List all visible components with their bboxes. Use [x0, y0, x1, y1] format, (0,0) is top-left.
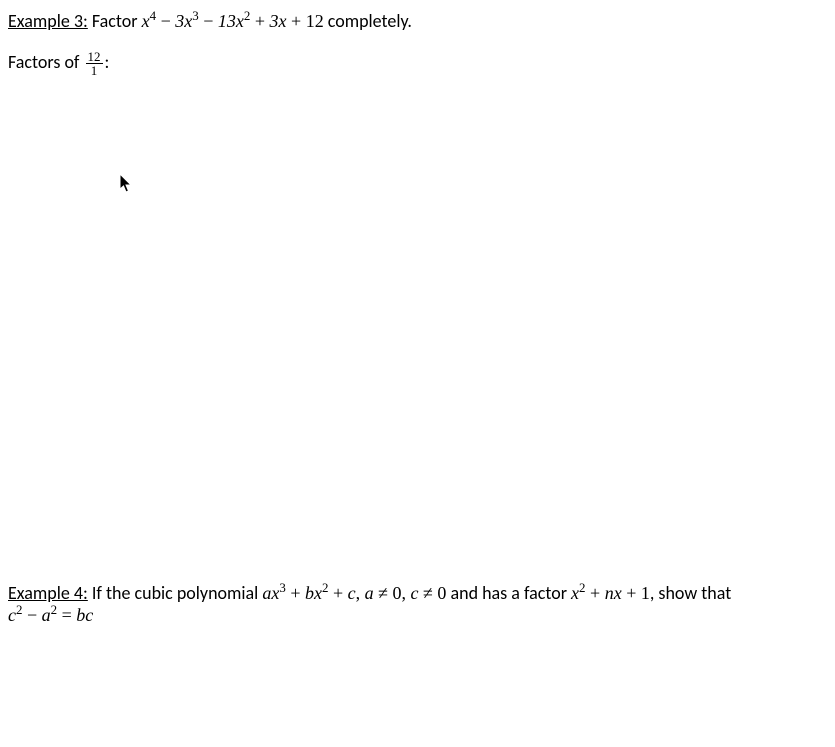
factor-x: x — [571, 583, 579, 603]
term5: 12 — [306, 11, 324, 31]
example-4-heading: Example 4: — [8, 582, 88, 604]
poly-c: c — [348, 583, 356, 603]
example-3-heading: Example 3: — [8, 10, 88, 32]
example-4-prefix: If the cubic polynomial — [88, 582, 263, 604]
factors-line: Factors of 121: — [8, 50, 827, 77]
op3: + — [250, 11, 269, 31]
example-4-mid: and has a factor — [446, 582, 571, 604]
fraction-denominator: 1 — [86, 64, 103, 77]
example-4-line2: c2 − a2 = bc — [8, 604, 827, 626]
cursor-icon — [120, 174, 134, 194]
fraction-12-over-1: 121 — [86, 50, 103, 77]
example-3-suffix: completely. — [324, 10, 412, 32]
term1-base: x — [142, 11, 150, 31]
eq-sign: = — [57, 605, 76, 625]
example-3-polynomial: x4 − 3x3 − 13x2 + 3x + 12 — [142, 11, 324, 31]
factors-prefix: Factors of — [8, 51, 84, 73]
factor-nx: nx — [605, 583, 622, 603]
comma1: , — [356, 583, 365, 603]
cond1-rhs: 0 — [393, 583, 402, 603]
eq-c: c — [8, 605, 16, 625]
factor-one: 1 — [641, 583, 650, 603]
example-4-equation: c2 − a2 = bc — [8, 605, 93, 625]
cond1-lhs: a — [365, 583, 374, 603]
term2-base: 3x — [175, 11, 192, 31]
cond2-lhs: c — [411, 583, 419, 603]
eq-a: a — [42, 605, 51, 625]
eq-op1: − — [22, 605, 41, 625]
factor-op1: + — [586, 583, 605, 603]
ne2: ≠ — [419, 583, 438, 603]
op4: + — [287, 11, 306, 31]
example-4-suffix: , show that — [650, 582, 731, 604]
factor-op2: + — [622, 583, 641, 603]
example-4-line1: Example 4: If the cubic polynomial ax3 +… — [8, 582, 827, 604]
op1: − — [156, 11, 175, 31]
example-4-polynomial: ax3 + bx2 + c, a ≠ 0, c ≠ 0 — [262, 583, 446, 603]
example-4: Example 4: If the cubic polynomial ax3 +… — [8, 582, 827, 626]
poly-op2: + — [328, 583, 347, 603]
example-3: Example 3: Factor x4 − 3x3 − 13x2 + 3x +… — [8, 10, 827, 32]
poly-a: ax — [262, 583, 279, 603]
term3-base: 13x — [218, 11, 244, 31]
example-4-factor: x2 + nx + 1 — [571, 583, 650, 603]
eq-rhs: bc — [76, 605, 93, 625]
ne1: ≠ — [374, 583, 393, 603]
example-3-prefix: Factor — [88, 10, 142, 32]
workspace-area — [8, 77, 827, 582]
poly-op1: + — [286, 583, 305, 603]
term4: 3x — [270, 11, 287, 31]
fraction-numerator: 12 — [86, 50, 103, 64]
factors-suffix: : — [105, 51, 110, 73]
comma2: , — [402, 583, 411, 603]
op2: − — [199, 11, 218, 31]
poly-b: bx — [305, 583, 322, 603]
